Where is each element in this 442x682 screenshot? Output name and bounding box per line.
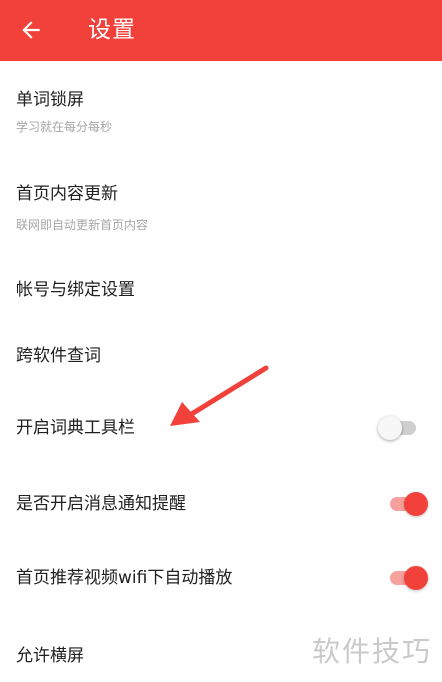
app-bar: 设置 bbox=[0, 0, 442, 61]
setting-message-notification[interactable]: 是否开启消息通知提醒 bbox=[0, 466, 442, 540]
page-title: 设置 bbox=[88, 17, 136, 43]
switch-thumb bbox=[378, 416, 402, 440]
watermark-text: 软件技巧 bbox=[312, 635, 433, 668]
setting-subtitle: 联网即自动更新首页内容 bbox=[16, 218, 149, 232]
notification-toggle-switch[interactable] bbox=[386, 490, 428, 518]
toolbar-toggle-switch[interactable] bbox=[378, 414, 420, 442]
setting-title: 跨软件查词 bbox=[16, 346, 101, 366]
switch-thumb bbox=[404, 566, 428, 590]
switch-thumb bbox=[404, 492, 428, 516]
setting-title: 允许横屏 bbox=[16, 646, 84, 666]
setting-subtitle: 学习就在每分每秒 bbox=[16, 120, 113, 134]
setting-title: 开启词典工具栏 bbox=[16, 418, 135, 438]
setting-word-lockscreen[interactable]: 单词锁屏 学习就在每分每秒 bbox=[0, 61, 442, 142]
setting-cross-app-lookup[interactable]: 跨软件查词 bbox=[0, 322, 442, 388]
setting-title: 是否开启消息通知提醒 bbox=[16, 494, 186, 514]
autoplay-toggle-switch[interactable] bbox=[386, 564, 428, 592]
setting-title: 帐号与绑定设置 bbox=[16, 280, 135, 300]
setting-dictionary-toolbar[interactable]: 开启词典工具栏 bbox=[0, 392, 442, 466]
setting-title: 单词锁屏 bbox=[16, 90, 84, 110]
setting-video-autoplay-wifi[interactable]: 首页推荐视频wifi下自动播放 bbox=[0, 540, 442, 620]
setting-title: 首页推荐视频wifi下自动播放 bbox=[16, 568, 233, 588]
setting-account-binding[interactable]: 帐号与绑定设置 bbox=[0, 258, 442, 322]
setting-home-content-update[interactable]: 首页内容更新 联网即自动更新首页内容 bbox=[0, 142, 442, 232]
arrow-left-icon[interactable] bbox=[18, 17, 44, 43]
setting-title: 首页内容更新 bbox=[16, 184, 118, 204]
